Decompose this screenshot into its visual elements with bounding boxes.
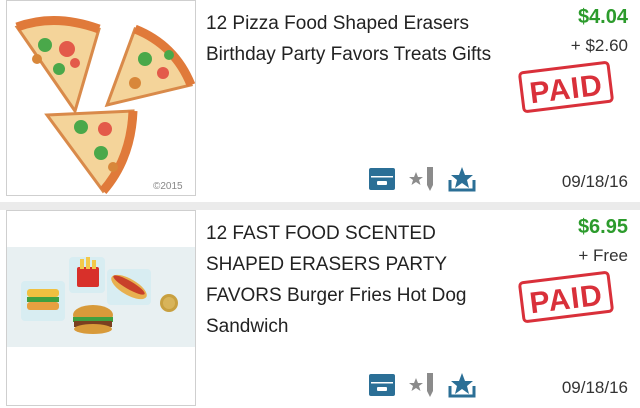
shipping-cost: + $2.60 [570, 36, 628, 55]
feedback-star-icon[interactable] [448, 372, 476, 398]
shipping-box-icon[interactable] [368, 166, 396, 192]
pizza-erasers-picture [14, 16, 195, 194]
rate-pencil-icon[interactable] [408, 166, 436, 192]
order-actions [368, 166, 480, 192]
product-title[interactable]: 12 FAST FOOD SCENTED SHAPED ERASERS PART… [206, 218, 506, 342]
order-actions [368, 372, 480, 398]
shipping-cost: + Free [578, 246, 628, 265]
product-image-fastfood-erasers[interactable] [6, 210, 196, 406]
paid-stamp: PAID [517, 60, 615, 114]
paid-stamp: PAID [517, 270, 615, 324]
rate-pencil-icon[interactable] [408, 372, 436, 398]
feedback-star-icon[interactable] [448, 166, 476, 192]
order-row[interactable]: 12 FAST FOOD SCENTED SHAPED ERASERS PART… [0, 210, 640, 408]
image-watermark: ©2015 [153, 181, 183, 192]
item-price: $4.04 [577, 6, 628, 28]
product-title[interactable]: 12 Pizza Food Shaped Erasers Birthday Pa… [206, 8, 506, 70]
fastfood-erasers-picture [7, 247, 195, 347]
product-image-pizza-erasers[interactable]: ©2015 [6, 0, 196, 196]
shipping-box-icon[interactable] [368, 372, 396, 398]
item-price: $6.95 [577, 216, 628, 238]
order-date: 09/18/16 [561, 172, 628, 191]
order-date: 09/18/16 [561, 378, 628, 397]
order-row[interactable]: ©2015 12 Pizza Food Shaped Erasers Birth… [0, 0, 640, 202]
